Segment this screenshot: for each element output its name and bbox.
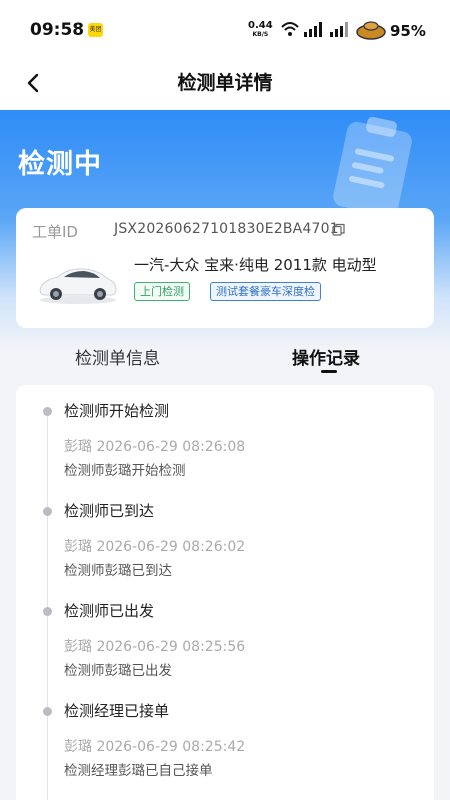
operation-log-card: 检测师开始检测 彭璐 2026-06-29 08:26:08 检测师彭璐开始检测… [16, 385, 434, 800]
signal-icon [304, 22, 322, 37]
log-meta: 彭璐 2026-06-29 08:25:56 [64, 639, 246, 655]
timeline-dot [43, 407, 52, 416]
log-title: 检测师开始检测 [64, 402, 170, 420]
log-item: 检测师已出发 彭璐 2026-06-29 08:25:56 检测师彭璐已出发 [16, 585, 434, 685]
log-meta: 彭璐 2026-06-29 08:26:02 [64, 539, 246, 555]
service-type-tag: 上门检测 [134, 282, 190, 301]
inspection-status: 检测中 [18, 149, 102, 180]
log-desc: 检测经理彭璐已自己接单 [64, 763, 213, 779]
log-meta: 彭璐 2026-06-29 08:25:42 [64, 739, 246, 755]
page-title: 检测单详情 [177, 72, 273, 94]
log-item: 检测经理已接单 彭璐 2026-06-29 08:25:42 检测经理彭璐已自己… [16, 685, 434, 785]
log-desc: 检测师彭璐开始检测 [64, 463, 186, 479]
copy-icon[interactable] [332, 223, 345, 236]
log-title: 检测师已到达 [64, 502, 155, 520]
net-speed: 0.44 KB/S [248, 21, 273, 39]
tab-order-info[interactable]: 检测单信息 [75, 344, 160, 369]
package-tag: 测试套餐豪车深度检 [210, 282, 321, 301]
signal-icon-2 [330, 22, 348, 37]
log-meta: 彭璐 2026-06-29 08:26:08 [64, 439, 246, 455]
timeline-dot [43, 507, 52, 516]
battery-icon [356, 21, 386, 40]
active-tab-indicator [321, 370, 337, 373]
log-desc: 检测师彭璐已到达 [64, 563, 172, 579]
timeline-dot [43, 707, 52, 716]
status-time: 09:58 [30, 20, 85, 40]
tab-bar: 检测单信息 操作记录 [0, 338, 450, 380]
log-item: 检测师已到达 彭璐 2026-06-29 08:26:02 检测师彭璐已到达 [16, 485, 434, 585]
order-id-value: JSX20260627101830E2BA4701 [114, 221, 339, 237]
status-bar: 09:58 美团 0.44 KB/S 95% [0, 0, 450, 60]
log-item: 检测师开始检测 彭璐 2026-06-29 08:26:08 检测师彭璐开始检测 [16, 385, 434, 485]
order-id-label: 工单ID [32, 223, 78, 241]
log-title: 检测经理已接单 [64, 702, 170, 720]
clipboard-illustration [333, 116, 412, 217]
log-title: 检测师已出发 [64, 602, 155, 620]
car-model: 一汽-大众 宝来·纯电 2011款 电动型 [134, 256, 377, 274]
nav-bar: 检测单详情 [0, 60, 450, 110]
wifi-icon [281, 22, 299, 36]
net-speed-unit: KB/S [252, 31, 269, 38]
tab-operation-log[interactable]: 操作记录 [292, 344, 360, 369]
car-image [39, 268, 117, 304]
order-info-card: 工单ID JSX20260627101830E2BA4701 一汽-大众 宝来·… [16, 208, 434, 328]
log-desc: 检测师彭璐已出发 [64, 663, 172, 679]
battery-percent: 95% [390, 22, 426, 40]
meituan-app-icon: 美团 [88, 23, 103, 37]
timeline-dot [43, 607, 52, 616]
